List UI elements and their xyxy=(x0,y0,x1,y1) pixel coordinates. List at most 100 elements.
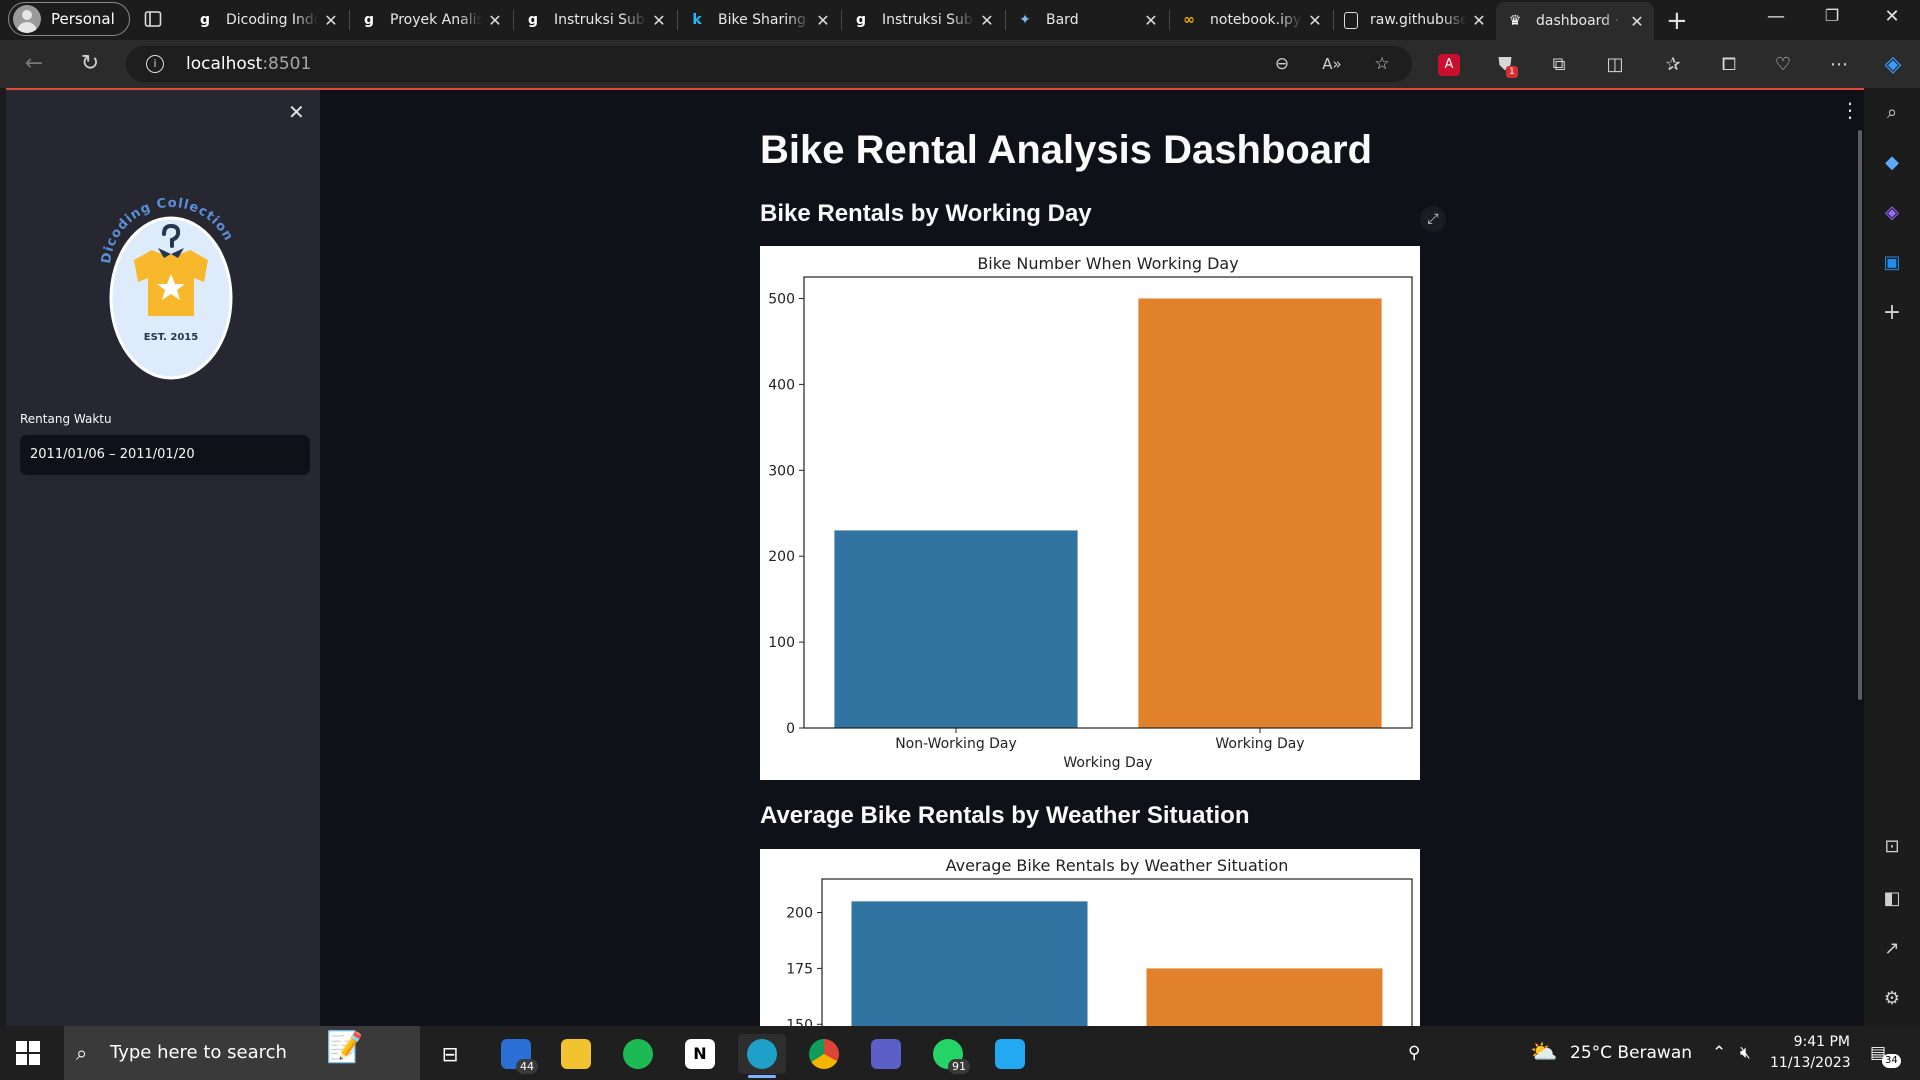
windows-start-icon[interactable] xyxy=(16,1041,40,1065)
collections-icon[interactable]: ⧠ xyxy=(1718,54,1740,76)
weather-text[interactable]: 25°C Berawan xyxy=(1570,1026,1692,1080)
date-range-input[interactable]: 2011/01/06 – 2011/01/20 xyxy=(20,435,310,475)
add-sidebar-app-icon[interactable]: + xyxy=(1881,302,1903,324)
teams-icon[interactable] xyxy=(862,1034,910,1074)
tab-label: Instruksi Submission xyxy=(882,12,974,28)
tab-bard[interactable]: ✦ Bard ✕ xyxy=(1006,0,1168,40)
close-tab-icon[interactable]: ✕ xyxy=(816,11,830,30)
tab-dashboard[interactable]: ♛ dashboard · Streamlit ✕ xyxy=(1496,2,1654,40)
external-link-icon[interactable]: ↗ xyxy=(1881,938,1903,960)
y-tick-label: 150 xyxy=(786,1017,813,1026)
vscode-icon[interactable] xyxy=(986,1034,1034,1074)
back-icon[interactable]: ← xyxy=(20,50,48,78)
weather-icon[interactable]: ⛅ xyxy=(1530,1026,1557,1080)
tab-proyek-analisis[interactable]: g Proyek Analisis Data ✕ xyxy=(350,0,512,40)
sidebar-settings-icon[interactable]: ⚙ xyxy=(1881,988,1903,1010)
close-tab-icon[interactable]: ✕ xyxy=(1308,11,1322,30)
search-icon[interactable]: ⌕ xyxy=(1881,102,1903,124)
task-view-icon[interactable]: ⊟ xyxy=(426,1034,474,1074)
clock-time: 9:41 PM xyxy=(1793,1034,1850,1050)
shopping-tag-icon[interactable]: ◆ xyxy=(1881,152,1903,174)
dicoding-icon: g xyxy=(527,12,539,28)
close-tab-icon[interactable]: ✕ xyxy=(1144,11,1158,30)
url-text: localhost:8501 xyxy=(186,54,312,74)
extension-shield-icon[interactable]: ⛊ 1 xyxy=(1494,54,1518,78)
edge-browser-icon[interactable] xyxy=(738,1034,786,1078)
games-icon[interactable]: ◈ xyxy=(1881,202,1903,224)
address-bar[interactable]: i localhost:8501 ⊖ A» ☆ xyxy=(126,46,1412,82)
x-tick-label: Working Day xyxy=(1215,736,1304,752)
whatsapp-icon[interactable]: 91 xyxy=(924,1034,972,1074)
refresh-icon[interactable]: ↻ xyxy=(76,50,104,78)
tab-label: raw.githubusercontent.com xyxy=(1370,12,1466,28)
tab-raw-github[interactable]: raw.githubusercontent.com ✕ xyxy=(1334,0,1496,40)
tab-label: notebook.ipynb xyxy=(1210,12,1302,28)
bard-icon: ✦ xyxy=(1019,12,1031,28)
people-icon[interactable]: ⚲ xyxy=(1408,1026,1420,1080)
tab-label: Instruksi Submission xyxy=(554,12,646,28)
document-icon xyxy=(1344,11,1358,29)
chart-working-day-svg: Bike Number When Working Day Non-Working … xyxy=(768,254,1413,771)
profile-button[interactable]: Personal xyxy=(8,2,130,36)
close-tab-icon[interactable]: ✕ xyxy=(652,11,666,30)
tab-notebook[interactable]: ∞ notebook.ipynb ✕ xyxy=(1170,0,1332,40)
tab-actions-icon[interactable] xyxy=(144,10,162,28)
tab-instruksi-2[interactable]: g Instruksi Submission ✕ xyxy=(842,0,1004,40)
file-explorer-icon[interactable] xyxy=(552,1034,600,1074)
read-aloud-icon[interactable]: A» xyxy=(1322,54,1342,74)
taskbar-search-box[interactable]: ⌕ Type here to search 📝 xyxy=(64,1026,420,1080)
section-heading-weather: Average Bike Rentals by Weather Situatio… xyxy=(760,802,1250,829)
new-tab-icon[interactable]: + xyxy=(1666,6,1688,36)
spotify-icon[interactable] xyxy=(614,1034,662,1074)
tray-overflow-icon[interactable]: ⌃ xyxy=(1712,1026,1726,1080)
close-tab-icon[interactable]: ✕ xyxy=(1630,12,1644,31)
notion-icon[interactable]: N xyxy=(676,1034,724,1074)
favorite-star-icon[interactable]: ☆ xyxy=(1372,54,1392,74)
restore-icon[interactable]: ❐ xyxy=(1812,6,1852,25)
colab-icon: ∞ xyxy=(1183,12,1195,28)
tab-instruksi-1[interactable]: g Instruksi Submission ✕ xyxy=(514,0,676,40)
bar-series-1 xyxy=(1146,968,1383,1026)
chart-weather: Average Bike Rentals by Weather Situatio… xyxy=(760,849,1420,1026)
split-screen-icon[interactable]: ◫ xyxy=(1604,54,1626,76)
screenshot-icon[interactable]: ⊡ xyxy=(1881,836,1903,858)
chrome-icon[interactable] xyxy=(800,1034,848,1074)
notification-center-icon[interactable]: ▤ 34 xyxy=(1870,1026,1901,1080)
section-heading-working-day: Bike Rentals by Working Day xyxy=(760,200,1092,227)
tab-bike-sharing[interactable]: k Bike Sharing Dataset ✕ xyxy=(678,0,840,40)
close-sidebar-icon[interactable]: ✕ xyxy=(288,100,305,124)
whatsapp-badge: 91 xyxy=(948,1059,970,1074)
tab-label: Bike Sharing Dataset xyxy=(718,12,810,28)
edge-sidebar: ⌕ ◆ ◈ ▣ + ⊡ ◧ ↗ ⚙ xyxy=(1864,88,1920,1026)
site-info-icon[interactable]: i xyxy=(146,55,164,73)
close-tab-icon[interactable]: ✕ xyxy=(488,11,502,30)
browser-essentials-icon[interactable]: ♡ xyxy=(1772,54,1794,76)
y-tick-label: 200 xyxy=(786,906,813,922)
extensions-puzzle-icon[interactable]: ⧉ xyxy=(1548,54,1570,76)
fullscreen-expand-icon[interactable]: ⤢ xyxy=(1420,206,1446,232)
page-title: Bike Rental Analysis Dashboard xyxy=(760,128,1373,172)
settings-more-icon[interactable]: ⋯ xyxy=(1828,54,1850,76)
hide-sidebar-icon[interactable]: ◧ xyxy=(1881,888,1903,910)
copilot-icon[interactable]: ◈ xyxy=(1882,54,1904,76)
outlook-icon[interactable]: ▣ xyxy=(1881,252,1903,274)
scrollbar[interactable] xyxy=(1858,130,1862,700)
window-close-icon[interactable]: ✕ xyxy=(1872,6,1912,27)
minimize-icon[interactable]: — xyxy=(1756,6,1796,27)
volume-muted-icon[interactable]: 🔇︎ xyxy=(1740,1026,1751,1080)
mail-app-icon[interactable]: 44 xyxy=(492,1034,540,1074)
tab-dicoding[interactable]: g Dicoding Indonesia ✕ xyxy=(186,0,348,40)
main-menu-icon[interactable]: ⋮ xyxy=(1840,98,1860,122)
zoom-out-icon[interactable]: ⊖ xyxy=(1272,54,1292,74)
pdf-extension-icon[interactable]: A xyxy=(1438,54,1460,76)
close-tab-icon[interactable]: ✕ xyxy=(980,11,994,30)
x-axis-label: Working Day xyxy=(1063,755,1152,771)
favorites-icon[interactable]: ✰ xyxy=(1662,54,1684,76)
tab-label: Bard xyxy=(1046,12,1079,28)
close-tab-icon[interactable]: ✕ xyxy=(1472,11,1486,30)
date-range-label: Rentang Waktu xyxy=(20,412,112,426)
mail-badge: 44 xyxy=(516,1059,538,1074)
y-tick-label: 500 xyxy=(768,291,795,307)
close-tab-icon[interactable]: ✕ xyxy=(324,11,338,30)
system-clock[interactable]: 9:41 PM 11/13/2023 xyxy=(1770,1032,1851,1074)
